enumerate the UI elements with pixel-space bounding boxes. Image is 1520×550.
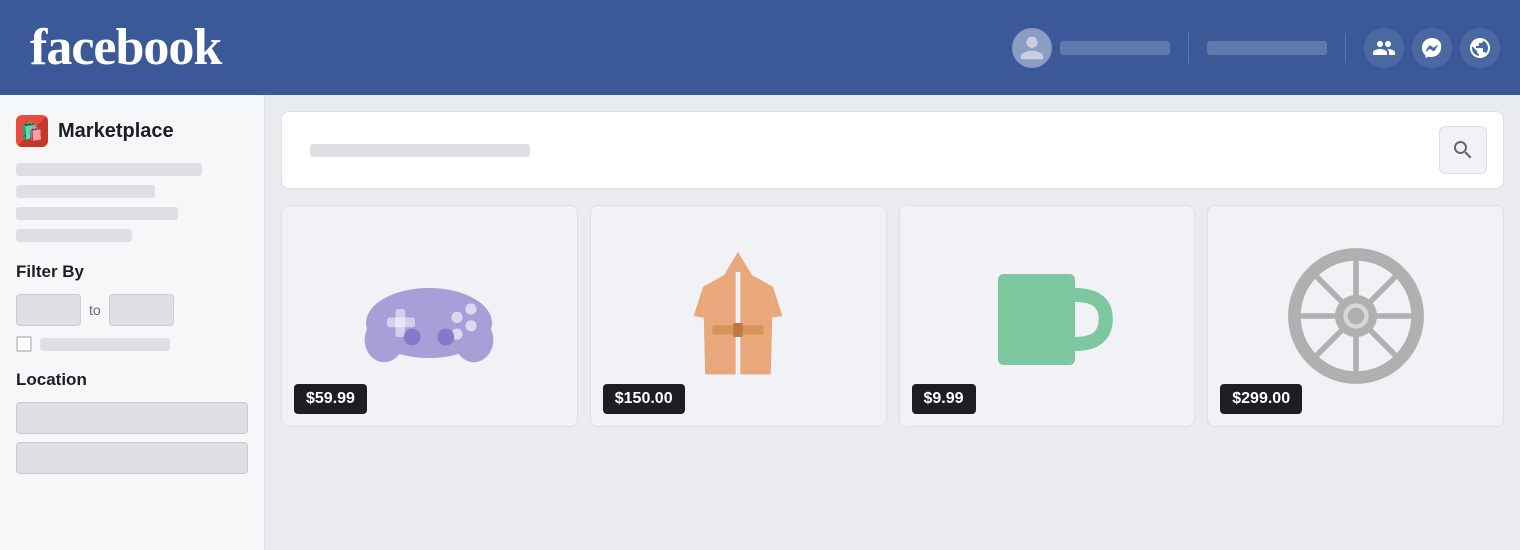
header: facebook [0, 0, 1520, 95]
product-grid: $59.99 [281, 205, 1504, 427]
header-search-bar[interactable] [1207, 41, 1327, 55]
sidebar-title: Marketplace [58, 120, 174, 143]
search-bar-container [281, 111, 1504, 189]
sidebar-skeleton-nav [16, 163, 248, 242]
wheel-icon [1286, 246, 1426, 386]
avatar[interactable] [1012, 28, 1052, 68]
sidebar-nav-item-4 [16, 229, 132, 242]
filter-checkbox-label [40, 338, 170, 351]
location-section: Location [16, 370, 248, 474]
product-price-3: $299.00 [1220, 384, 1302, 414]
header-right [1012, 28, 1500, 68]
marketplace-icon: 🛍️ [16, 115, 48, 147]
location-input[interactable] [16, 402, 248, 434]
filter-checkbox[interactable] [16, 336, 32, 352]
price-to-label: to [89, 302, 101, 318]
filter-section: Filter By to [16, 262, 248, 352]
header-divider-1 [1188, 33, 1189, 63]
sidebar-title-row: 🛍️ Marketplace [16, 115, 248, 147]
price-max-input[interactable] [109, 294, 174, 326]
product-card-0[interactable]: $59.99 [281, 205, 578, 427]
page-body: 🛍️ Marketplace Filter By to Location [0, 95, 1520, 550]
product-price-1: $150.00 [603, 384, 685, 414]
header-divider-2 [1345, 33, 1346, 63]
price-min-input[interactable] [16, 294, 81, 326]
sidebar-nav-item-1 [16, 163, 202, 176]
product-price-0: $59.99 [294, 384, 367, 414]
product-card-2[interactable]: $9.99 [899, 205, 1196, 427]
globe-icon-btn[interactable] [1460, 28, 1500, 68]
mug-icon [977, 246, 1117, 386]
sidebar-nav-item-2 [16, 185, 155, 198]
product-card-3[interactable]: $299.00 [1207, 205, 1504, 427]
product-price-2: $9.99 [912, 384, 976, 414]
facebook-logo: facebook [30, 18, 221, 77]
sidebar: 🛍️ Marketplace Filter By to Location [0, 95, 265, 550]
gamepad-icon [359, 246, 499, 386]
search-icon [1451, 138, 1475, 162]
search-input-area[interactable] [298, 132, 1439, 168]
filter-title: Filter By [16, 262, 248, 282]
filter-checkbox-row [16, 336, 248, 352]
main-content: $59.99 [265, 95, 1520, 550]
profile-area [1012, 28, 1170, 68]
sidebar-nav-item-3 [16, 207, 178, 220]
location-title: Location [16, 370, 248, 390]
coat-icon [668, 246, 808, 386]
search-button[interactable] [1439, 126, 1487, 174]
header-icons [1364, 28, 1500, 68]
messenger-icon-btn[interactable] [1412, 28, 1452, 68]
product-card-1[interactable]: $150.00 [590, 205, 887, 427]
friends-icon-btn[interactable] [1364, 28, 1404, 68]
filter-price-row: to [16, 294, 248, 326]
header-username-bar [1060, 41, 1170, 55]
search-placeholder-bar [310, 144, 530, 157]
location-input-2[interactable] [16, 442, 248, 474]
